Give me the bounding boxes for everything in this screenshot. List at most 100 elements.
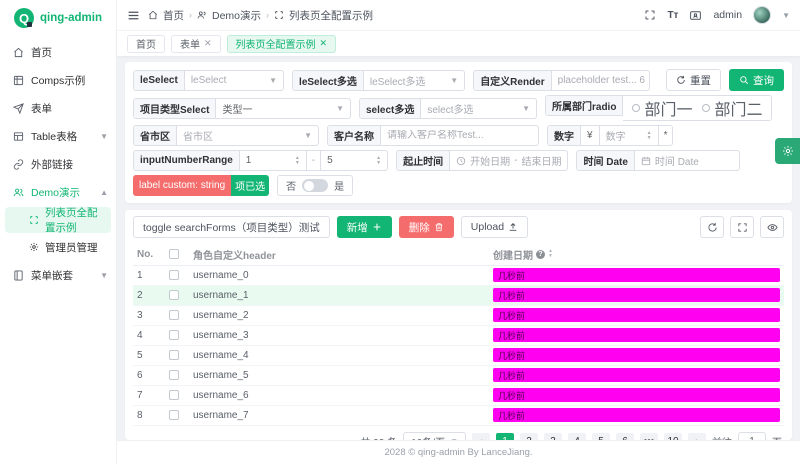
close-icon[interactable]: ✕ (320, 38, 328, 49)
sidebar-item-comps[interactable]: Comps示例 (0, 66, 116, 94)
number-range-from[interactable]: 1▲▼ (240, 151, 306, 170)
add-button[interactable]: 新增 (337, 216, 392, 238)
refresh-button[interactable] (700, 216, 724, 238)
sidebar-item-table[interactable]: Table表格 ▼ (0, 122, 116, 150)
table-row[interactable]: 4 username_3 几秒前 (133, 325, 784, 345)
topbar-actions: Tт admin ▼ (644, 6, 790, 24)
username-cell: username_0 (189, 265, 489, 285)
row-checkbox[interactable] (169, 390, 179, 400)
radio-icon (632, 104, 640, 112)
project-type-value: 类型一▼ (216, 99, 350, 118)
select-multi-field[interactable]: select多选 select多选▼ (359, 98, 537, 119)
tab-home[interactable]: 首页 (127, 35, 165, 53)
tab-label: 首页 (136, 36, 156, 51)
radio-dept-1[interactable]: 部门一 (632, 96, 692, 120)
field-label: 客户名称 (328, 126, 381, 145)
row-checkbox[interactable] (169, 330, 179, 340)
delete-button[interactable]: 删除 (399, 216, 454, 238)
table-row[interactable]: 8 username_7 几秒前 (133, 405, 784, 425)
toggle-switch[interactable] (302, 179, 328, 192)
field-label: leSelect多选 (293, 71, 364, 90)
row-checkbox[interactable] (169, 290, 179, 300)
page-button[interactable]: 3 (544, 433, 562, 441)
hamburger-icon[interactable] (127, 9, 140, 22)
le-select-field[interactable]: leSelect leSelect▼ (133, 70, 284, 91)
trash-icon (434, 222, 444, 232)
stepper-icons[interactable]: ▲▼ (295, 156, 300, 166)
sidebar-item-home[interactable]: 首页 (0, 38, 116, 66)
custom-render-input[interactable] (558, 75, 645, 86)
region-field[interactable]: 省市区 省市区▼ (133, 125, 319, 146)
close-icon[interactable]: ✕ (204, 38, 212, 49)
reset-button[interactable]: 重置 (666, 69, 721, 91)
tab-list-page[interactable]: 列表页全配置示例 ✕ (227, 35, 337, 53)
scan-icon (274, 10, 284, 20)
username-cell: username_1 (189, 285, 489, 305)
number-range-to[interactable]: 5▲▼ (321, 151, 387, 170)
dept-radio-group: 部门一 部门二 (623, 95, 772, 121)
info-icon[interactable]: ? (536, 250, 545, 259)
page-size-select[interactable]: 10条/页▼ (403, 432, 466, 441)
sidebar-item-admin-manage[interactable]: 管理员管理 (5, 234, 111, 260)
toggle-search-forms-button[interactable]: toggle searchForms（项目类型）测试 (133, 216, 330, 238)
row-checkbox[interactable] (169, 350, 179, 360)
page-button[interactable]: 10 (664, 433, 682, 441)
sidebar-item-demo[interactable]: Demo演示 ▲ (0, 178, 116, 206)
column-settings-button[interactable] (760, 216, 784, 238)
table-row[interactable]: 5 username_4 几秒前 (133, 345, 784, 365)
customer-name-input[interactable] (387, 130, 534, 141)
table-row[interactable]: 2 username_1 几秒前 (133, 285, 784, 305)
more-pages-button[interactable]: ••• (640, 433, 658, 441)
radio-icon (702, 104, 710, 112)
table-row[interactable]: 6 username_5 几秒前 (133, 365, 784, 385)
lock-screen-icon[interactable] (689, 9, 702, 22)
sort-icons[interactable]: ▲▼ (548, 249, 553, 259)
next-page-button[interactable]: › (688, 433, 706, 441)
page-button[interactable]: 4 (568, 433, 586, 441)
radio-dept-2[interactable]: 部门二 (702, 96, 762, 120)
goto-page-input[interactable]: 1 (738, 432, 766, 441)
query-button[interactable]: 查询 (729, 69, 784, 91)
table-row[interactable]: 1 username_0 几秒前 (133, 265, 784, 285)
le-select-multi-field[interactable]: leSelect多选 leSelect多选▼ (292, 70, 465, 91)
prev-page-button[interactable]: ‹ (472, 433, 490, 441)
sidebar-item-menu-nest[interactable]: 菜单嵌套 ▼ (0, 261, 116, 289)
chevron-down-icon[interactable]: ▼ (782, 11, 790, 20)
sidebar-item-list-page[interactable]: 列表页全配置示例 (5, 207, 111, 233)
switch-field: 否 是 (277, 175, 353, 196)
chevron-down-icon: ▼ (450, 76, 458, 85)
table-row[interactable]: 3 username_2 几秒前 (133, 305, 784, 325)
stepper-icons[interactable]: ▲▼ (376, 156, 381, 166)
number-input[interactable]: 数字▲▼ (600, 126, 658, 145)
fullscreen-icon[interactable] (644, 9, 656, 21)
sidebar-item-form[interactable]: 表单 (0, 94, 116, 122)
page-button[interactable]: 5 (592, 433, 610, 441)
stepper-icons[interactable]: ▲▼ (647, 131, 652, 141)
sidebar-item-external-link[interactable]: 外部链接 (0, 150, 116, 178)
field-label: 数字 (548, 126, 581, 145)
page-button[interactable]: 2 (520, 433, 538, 441)
time-date-field[interactable]: 时间 Date 时间 Date (576, 150, 739, 171)
date-range-field[interactable]: 起止时间 开始日期 - 结束日期 (396, 150, 568, 171)
upload-button[interactable]: Upload (461, 216, 528, 238)
avatar[interactable] (753, 6, 771, 24)
user-name[interactable]: admin (713, 9, 742, 21)
font-size-icon[interactable]: Tт (667, 10, 678, 21)
fullscreen-table-button[interactable] (730, 216, 754, 238)
breadcrumb-home[interactable]: 首页 (163, 8, 184, 23)
row-checkbox[interactable] (169, 410, 179, 420)
page-button[interactable]: 1 (496, 433, 514, 441)
row-checkbox[interactable] (169, 270, 179, 280)
page-button[interactable]: 6 (616, 433, 634, 441)
upload-icon (508, 222, 518, 232)
project-type-field[interactable]: 项目类型Select 类型一▼ (133, 98, 351, 119)
theme-settings-button[interactable] (775, 138, 800, 164)
table-row[interactable]: 7 username_6 几秒前 (133, 385, 784, 405)
select-all-checkbox[interactable] (169, 249, 179, 259)
dept-radio-field: 所属部门radio 部门一 部门二 (545, 95, 772, 121)
row-checkbox[interactable] (169, 370, 179, 380)
row-checkbox[interactable] (169, 310, 179, 320)
breadcrumb-section[interactable]: Demo演示 (212, 8, 261, 23)
column-header-select (165, 244, 189, 265)
tab-form[interactable]: 表单 ✕ (171, 35, 221, 53)
